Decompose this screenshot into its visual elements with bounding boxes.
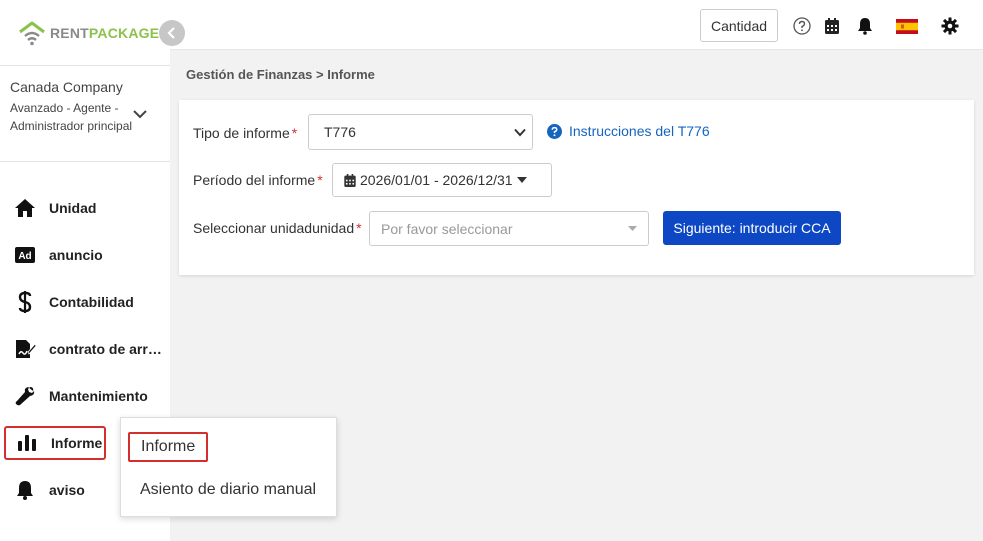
sidebar-item-label: anuncio: [49, 247, 103, 263]
required-mark: *: [317, 172, 323, 188]
logo-text: RENTPACKAGE: [50, 25, 159, 41]
svg-text:Ad: Ad: [18, 251, 31, 262]
gear-icon[interactable]: [941, 17, 959, 35]
company-name: Canada Company: [10, 79, 123, 95]
spain-flag-icon[interactable]: [896, 17, 918, 35]
required-mark: *: [291, 125, 298, 141]
divider: [0, 161, 170, 162]
help-link-text: Instrucciones del T776: [569, 123, 710, 139]
next-introduce-cca-button[interactable]: Siguiente: introducir CCA: [663, 211, 841, 245]
wifi-house-logo-icon: [19, 21, 45, 46]
signature-icon: [14, 338, 36, 360]
report-form-card: Tipo de informe * T776 Instrucciones del …: [179, 100, 974, 275]
period-value: 2026/01/01 - 2026/12/31: [360, 172, 513, 188]
help-circle-icon[interactable]: [793, 17, 811, 35]
report-type-label: Tipo de informe *: [193, 125, 298, 141]
sidebar-collapse-button[interactable]: [159, 20, 185, 46]
report-type-value: T776: [324, 124, 356, 140]
sidebar-item-informe[interactable]: Informe: [4, 426, 106, 460]
caret-down-icon: [628, 226, 637, 231]
logo[interactable]: RENTPACKAGE: [18, 18, 159, 48]
cantidad-button[interactable]: Cantidad: [700, 9, 778, 42]
sidebar-item-unidad[interactable]: Unidad: [0, 188, 170, 228]
calendar-icon[interactable]: [823, 17, 841, 35]
sidebar-item-label: contrato de arre...: [49, 341, 165, 357]
sidebar-item-label: Mantenimiento: [49, 388, 148, 404]
unit-select[interactable]: Por favor seleccionar: [369, 211, 649, 246]
sidebar-item-mantenimiento[interactable]: Mantenimiento: [0, 376, 170, 416]
report-type-select[interactable]: T776: [308, 114, 533, 150]
company-switcher[interactable]: Canada Company Avanzado - Agente - Admin…: [10, 78, 135, 135]
dollar-icon: [14, 291, 36, 313]
submenu-item-informe[interactable]: Informe: [128, 432, 209, 462]
chevron-left-icon: [167, 27, 175, 39]
period-label: Período del informe *: [193, 172, 323, 188]
required-mark: *: [356, 220, 362, 236]
question-circle-icon: [547, 123, 562, 139]
caret-down-icon: [516, 176, 527, 183]
sidebar-item-label: Contabilidad: [49, 294, 134, 310]
period-range-picker[interactable]: 2026/01/01 - 2026/12/31: [332, 163, 552, 197]
home-icon: [14, 197, 36, 219]
informe-submenu: Informe Asiento de diario manual: [120, 417, 337, 517]
bar-chart-icon: [16, 432, 38, 454]
submenu-item-asiento-diario[interactable]: Asiento de diario manual: [140, 481, 316, 499]
t776-instructions-link[interactable]: Instrucciones del T776: [547, 123, 710, 139]
sidebar-item-contabilidad[interactable]: Contabilidad: [0, 282, 170, 322]
company-role: Avanzado - Agente - Administrador princi…: [10, 101, 133, 133]
chevron-down-icon: [514, 128, 526, 137]
bell-icon[interactable]: [856, 17, 874, 35]
top-header: Cantidad: [170, 0, 983, 50]
logo-rent: RENT: [50, 25, 89, 41]
divider: [0, 65, 170, 66]
unit-label: Seleccionar unidadunidad *: [193, 220, 362, 236]
bell-icon: [14, 479, 36, 501]
ad-icon: Ad: [14, 244, 36, 266]
chevron-down-icon[interactable]: [132, 107, 148, 121]
sidebar-item-label: aviso: [49, 482, 85, 498]
sidebar-item-anuncio[interactable]: Ad anuncio: [0, 235, 170, 275]
unit-select-placeholder: Por favor seleccionar: [381, 220, 513, 237]
breadcrumb: Gestión de Finanzas > Informe: [186, 67, 375, 82]
sidebar-item-label: Unidad: [49, 200, 97, 216]
logo-package: PACKAGE: [88, 25, 160, 41]
calendar-icon: [344, 173, 356, 187]
sidebar-item-contrato[interactable]: contrato de arre...: [0, 329, 170, 369]
sidebar-item-label: Informe: [51, 435, 103, 451]
wrench-icon: [14, 385, 36, 407]
